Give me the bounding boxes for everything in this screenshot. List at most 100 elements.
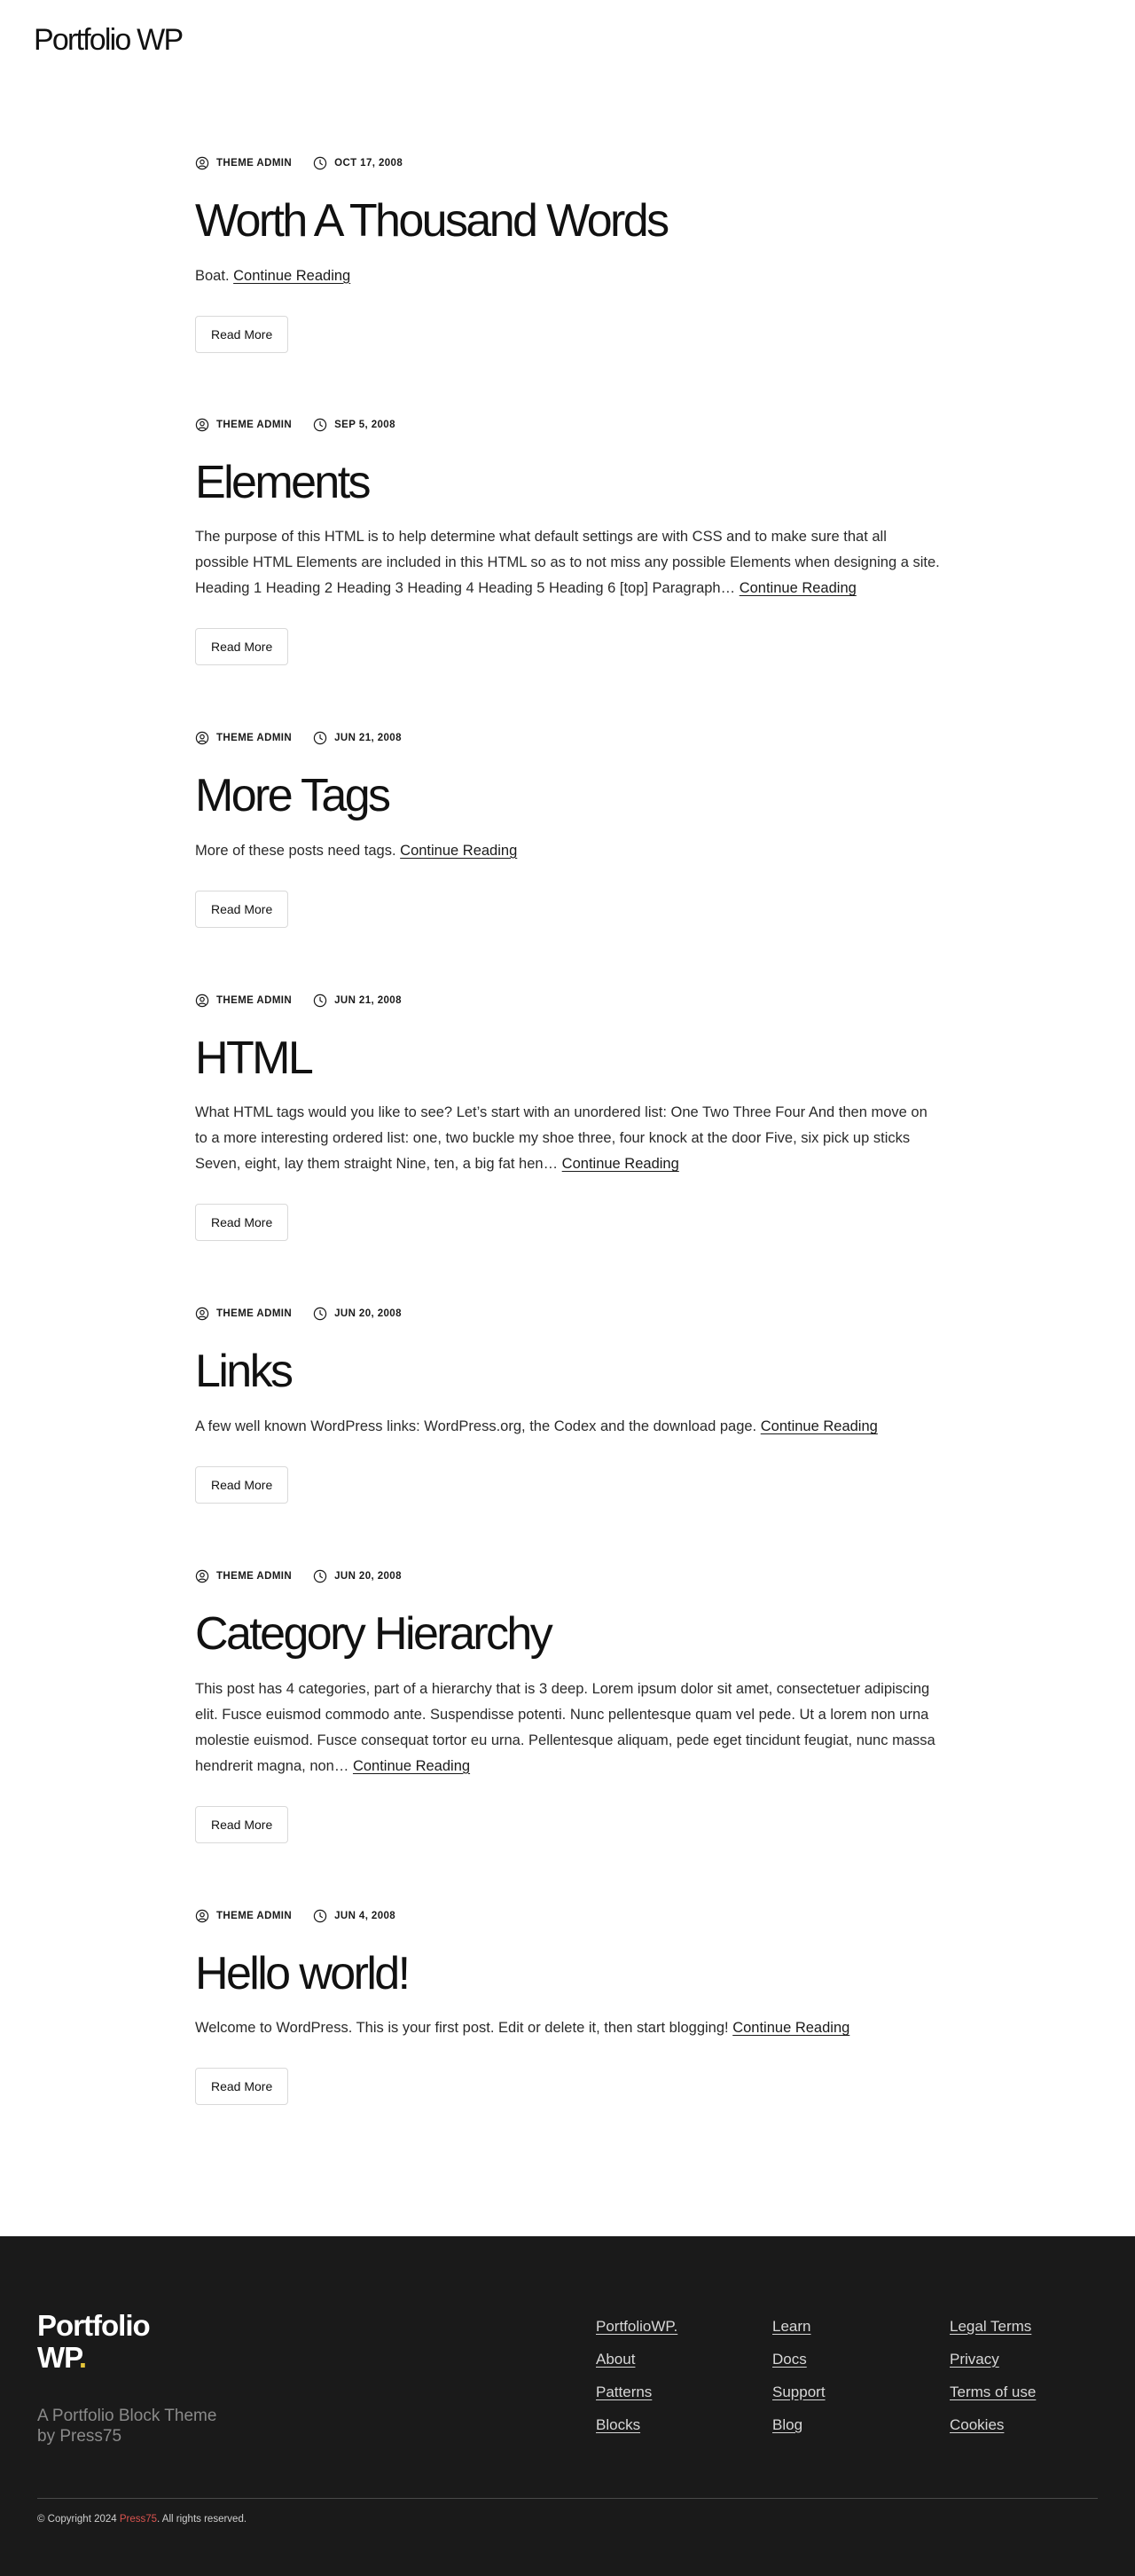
post-date-text: JUN 20, 2008 xyxy=(334,1308,402,1320)
footer-link-patterns[interactable]: Patterns xyxy=(596,2384,677,2401)
post-author-name: THEME ADMIN xyxy=(216,733,293,744)
post-title[interactable]: Elements xyxy=(195,458,940,507)
footer-link-blocks[interactable]: Blocks xyxy=(596,2416,677,2434)
post-author[interactable]: THEME ADMIN xyxy=(195,418,292,432)
post-title[interactable]: Hello world! xyxy=(195,1949,940,1999)
post-date[interactable]: JUN 4, 2008 xyxy=(313,1909,395,1923)
post-author-name: THEME ADMIN xyxy=(216,1308,293,1320)
post-list: THEME ADMIN OCT 17, 2008 Worth A Thousan… xyxy=(195,85,940,2106)
clock-icon xyxy=(313,1569,327,1583)
footer-tagline-line1: A Portfolio Block Theme xyxy=(37,2407,217,2425)
footer-link-portfoliowp[interactable]: PortfolioWP. xyxy=(596,2318,677,2336)
post-article: THEME ADMIN JUN 21, 2008 More Tags More … xyxy=(195,731,940,928)
post-date[interactable]: OCT 17, 2008 xyxy=(313,156,403,170)
post-excerpt-text: Boat. xyxy=(195,267,230,284)
post-title[interactable]: Worth A Thousand Words xyxy=(195,197,940,246)
read-more-button[interactable]: Read More xyxy=(195,315,289,353)
post-article: THEME ADMIN JUN 20, 2008 Category Hierar… xyxy=(195,1569,940,1843)
site-title-link[interactable]: Portfolio WP xyxy=(34,23,184,58)
footer-link-learn[interactable]: Learn xyxy=(772,2318,826,2336)
footer-link-privacy[interactable]: Privacy xyxy=(950,2351,1036,2368)
post-article: THEME ADMIN JUN 4, 2008 Hello world! Wel… xyxy=(195,1909,940,2106)
page: Portfolio WP THEME ADMIN OCT 17, 2008 Wo… xyxy=(0,0,1135,2576)
footer-link-legal-terms[interactable]: Legal Terms xyxy=(950,2318,1036,2336)
post-date[interactable]: JUN 21, 2008 xyxy=(313,731,402,745)
post-date[interactable]: JUN 20, 2008 xyxy=(313,1307,402,1321)
post-author-name: THEME ADMIN xyxy=(216,994,293,1006)
user-circle-icon xyxy=(195,1909,209,1922)
site-header: Portfolio WP xyxy=(0,0,1135,85)
press75-link[interactable]: Press75 xyxy=(120,2514,157,2525)
post-excerpt-text: Welcome to WordPress. This is your first… xyxy=(195,2020,729,2037)
site-footer: Portfolio WP. A Portfolio Block Theme by… xyxy=(0,2236,1135,2576)
post-date-text: SEP 5, 2008 xyxy=(334,419,395,430)
clock-icon xyxy=(313,1909,327,1922)
footer-link-terms-of-use[interactable]: Terms of use xyxy=(950,2384,1036,2401)
continue-reading-link[interactable]: Continue Reading xyxy=(400,843,517,859)
footer-logo-line1: Portfolio xyxy=(37,2309,151,2342)
post-title[interactable]: More Tags xyxy=(195,772,940,821)
footer-link-docs[interactable]: Docs xyxy=(772,2351,826,2368)
post-title[interactable]: Category Hierarchy xyxy=(195,1610,940,1659)
post-article: THEME ADMIN SEP 5, 2008 Elements The pur… xyxy=(195,418,940,666)
continue-reading-link[interactable]: Continue Reading xyxy=(740,580,857,596)
post-meta: THEME ADMIN OCT 17, 2008 xyxy=(195,156,940,170)
post-title[interactable]: HTML xyxy=(195,1034,940,1083)
read-more-button[interactable]: Read More xyxy=(195,890,289,928)
read-more-button[interactable]: Read More xyxy=(195,628,289,666)
post-author-name: THEME ADMIN xyxy=(216,1570,293,1582)
copyright-suffix: . All rights reserved. xyxy=(157,2514,247,2525)
footer-brand: Portfolio WP. A Portfolio Block Theme by… xyxy=(37,2310,216,2446)
post-author[interactable]: THEME ADMIN xyxy=(195,731,292,745)
post-title[interactable]: Links xyxy=(195,1347,940,1396)
post-excerpt: The purpose of this HTML is to help dete… xyxy=(195,524,940,601)
post-excerpt: More of these posts need tags. Continue … xyxy=(195,838,940,864)
post-date[interactable]: SEP 5, 2008 xyxy=(313,418,395,432)
footer-link-blog[interactable]: Blog xyxy=(772,2416,826,2434)
continue-reading-link[interactable]: Continue Reading xyxy=(761,1418,878,1434)
post-date-text: JUN 4, 2008 xyxy=(334,1910,396,1921)
post-author[interactable]: THEME ADMIN xyxy=(195,993,292,1008)
post-excerpt: This post has 4 categories, part of a hi… xyxy=(195,1677,940,1779)
user-circle-icon xyxy=(195,156,209,170)
post-author[interactable]: THEME ADMIN xyxy=(195,1909,292,1923)
read-more-button[interactable]: Read More xyxy=(195,2068,289,2106)
post-author[interactable]: THEME ADMIN xyxy=(195,1569,292,1583)
user-circle-icon xyxy=(195,418,209,431)
post-date-text: JUN 21, 2008 xyxy=(334,733,402,744)
post-excerpt-text: More of these posts need tags. xyxy=(195,842,396,859)
footer-link-cookies[interactable]: Cookies xyxy=(950,2416,1036,2434)
continue-reading-link[interactable]: Continue Reading xyxy=(732,2020,849,2036)
copyright-prefix: © Copyright 2024 xyxy=(37,2514,120,2525)
footer-column-3: Legal Terms Privacy Terms of use Cookies xyxy=(950,2318,1036,2449)
post-author[interactable]: THEME ADMIN xyxy=(195,156,292,170)
continue-reading-link[interactable]: Continue Reading xyxy=(233,268,350,284)
post-author-name: THEME ADMIN xyxy=(216,158,293,169)
post-excerpt: A few well known WordPress links: WordPr… xyxy=(195,1414,940,1440)
clock-icon xyxy=(313,418,327,431)
footer-column-2: Learn Docs Support Blog xyxy=(772,2318,826,2449)
continue-reading-link[interactable]: Continue Reading xyxy=(353,1758,470,1774)
post-article: THEME ADMIN OCT 17, 2008 Worth A Thousan… xyxy=(195,156,940,353)
post-date[interactable]: JUN 20, 2008 xyxy=(313,1569,402,1583)
footer-tagline: A Portfolio Block Theme by Press75 xyxy=(37,2406,216,2446)
read-more-button[interactable]: Read More xyxy=(195,1204,289,1242)
post-date-text: JUN 21, 2008 xyxy=(334,994,402,1006)
clock-icon xyxy=(313,1308,327,1321)
post-excerpt-text: This post has 4 categories, part of a hi… xyxy=(195,1680,935,1774)
post-meta: THEME ADMIN JUN 21, 2008 xyxy=(195,731,940,745)
read-more-button[interactable]: Read More xyxy=(195,1465,289,1504)
post-author[interactable]: THEME ADMIN xyxy=(195,1307,292,1321)
read-more-button[interactable]: Read More xyxy=(195,1805,289,1843)
footer-logo[interactable]: Portfolio WP. xyxy=(37,2310,216,2374)
post-article: THEME ADMIN JUN 21, 2008 HTML What HTML … xyxy=(195,993,940,1242)
post-excerpt: Welcome to WordPress. This is your first… xyxy=(195,2015,940,2041)
post-meta: THEME ADMIN JUN 4, 2008 xyxy=(195,1909,940,1923)
footer-link-about[interactable]: About xyxy=(596,2351,677,2368)
post-meta: THEME ADMIN JUN 20, 2008 xyxy=(195,1569,940,1583)
footer-copyright: © Copyright 2024 Press75. All rights res… xyxy=(37,2514,247,2525)
footer-link-support[interactable]: Support xyxy=(772,2384,826,2401)
user-circle-icon xyxy=(195,1308,209,1321)
post-date[interactable]: JUN 21, 2008 xyxy=(313,993,402,1008)
continue-reading-link[interactable]: Continue Reading xyxy=(562,1156,679,1172)
